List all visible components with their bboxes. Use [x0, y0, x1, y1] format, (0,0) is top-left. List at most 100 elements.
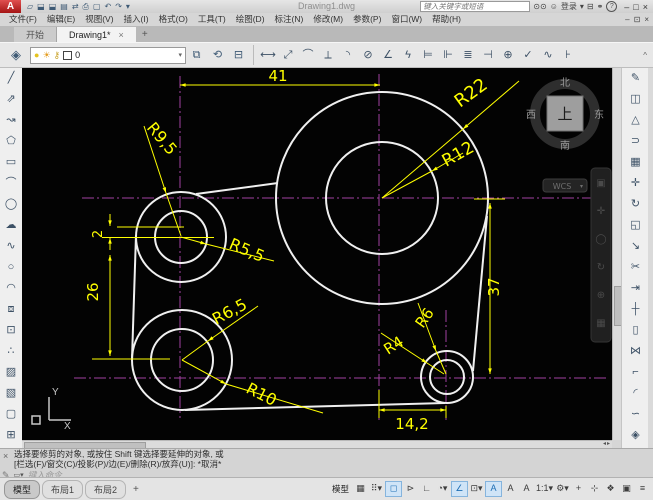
menu-view[interactable]: 视图(V): [80, 13, 118, 26]
command-close-icon[interactable]: ×: [3, 451, 8, 461]
status-customization-add[interactable]: +: [571, 481, 586, 495]
modify-tool-trim[interactable]: ✂: [624, 257, 648, 278]
layout-add-button[interactable]: +: [128, 484, 144, 495]
store-cart-icon[interactable]: ⊟: [587, 2, 594, 11]
dim-14-2[interactable]: 14,2: [395, 415, 428, 433]
dim-r6-5[interactable]: R6,5: [209, 295, 250, 329]
dropdown-icon[interactable]: ▾: [580, 2, 584, 11]
modify-tool-mirror[interactable]: △: [624, 110, 648, 131]
top-tangent-line[interactable]: [196, 183, 278, 194]
modify-tool-copy[interactable]: ◫: [624, 89, 648, 110]
status-snap-mode[interactable]: ⠿▾: [369, 481, 384, 495]
qat-icon-print[interactable]: ⎙: [81, 0, 91, 13]
draw-tool-rectangle[interactable]: ▭: [1, 152, 21, 173]
qat-icon-publish[interactable]: ▤: [58, 0, 70, 13]
status-clean-screen[interactable]: ▣: [619, 481, 634, 495]
tool-dim-linear[interactable]: ⟷: [258, 44, 278, 66]
botright-inner-circle[interactable]: [430, 360, 464, 394]
ucs-icon[interactable]: Y X: [32, 387, 71, 432]
draw-tool-table[interactable]: ⊞: [1, 425, 21, 446]
compass-south[interactable]: 南: [560, 139, 570, 152]
layer-combo-dropdown-icon[interactable]: ▾: [178, 51, 182, 59]
layout-tab-model[interactable]: 模型: [4, 480, 40, 499]
draw-tool-circle[interactable]: ◯: [1, 194, 21, 215]
draw-tool-line[interactable]: ╱: [1, 68, 21, 89]
status-graphics-performance[interactable]: ❖: [603, 481, 618, 495]
qat-icon-etransmit[interactable]: ⇄: [70, 0, 81, 13]
tab-close-icon[interactable]: ×: [119, 30, 124, 40]
search-input[interactable]: [420, 1, 530, 12]
dim-41[interactable]: 41: [268, 68, 287, 85]
compass-north[interactable]: 北: [560, 77, 570, 89]
modify-tool-stretch[interactable]: ↘: [624, 236, 648, 257]
doc-restore-button[interactable]: ⊡: [634, 15, 641, 24]
tool-dim-break[interactable]: ⊣: [478, 44, 498, 66]
command-line-area[interactable]: × 选择要修剪的对象, 或按住 Shift 键选择要延伸的对象, 或 [栏选(F…: [0, 448, 653, 477]
layer-combo[interactable]: ●☀⚷ 0 ▾: [30, 47, 186, 64]
binoculars-search-icon[interactable]: ⊙⊙: [533, 2, 546, 11]
compass-east[interactable]: 东: [594, 108, 604, 121]
user-icon[interactable]: ☺: [550, 2, 558, 11]
status-workspace[interactable]: ⚙▾: [555, 481, 570, 495]
modify-tool-rotate[interactable]: ↻: [624, 194, 648, 215]
modify-tool-array[interactable]: ▦: [624, 152, 648, 173]
drawing-canvas[interactable]: 41 R22 R12 R9,5 R5,5 2 26 R6,5 37 R6 R4 …: [22, 68, 612, 440]
draw-tool-polyline[interactable]: ↝: [1, 110, 21, 131]
wcs-dropdown-icon[interactable]: ▾: [580, 183, 583, 190]
status-annotation-monitor[interactable]: A: [519, 481, 534, 495]
draw-tool-region[interactable]: ▢: [1, 404, 21, 425]
qat-icon-open[interactable]: ▱: [25, 0, 35, 13]
modify-tool-scale[interactable]: ◱: [624, 215, 648, 236]
window-maximize-button[interactable]: □: [633, 2, 638, 12]
tool-dim-spacing[interactable]: ≣: [458, 44, 478, 66]
dim-r22[interactable]: R22: [451, 74, 492, 112]
tab-start[interactable]: 开始: [14, 27, 57, 42]
modify-tool-erase[interactable]: ✎: [624, 68, 648, 89]
layout-tab-layout2[interactable]: 布局2: [85, 480, 126, 499]
compass-west[interactable]: 西: [526, 110, 536, 121]
draw-tool-spline[interactable]: ∿: [1, 236, 21, 257]
tool-dim-center-mark[interactable]: ⊕: [498, 44, 518, 66]
status-polar-tracking[interactable]: ◔▾: [435, 481, 450, 495]
layout-tab-layout1[interactable]: 布局1: [42, 480, 83, 499]
tool-layer-properties[interactable]: ⧉: [186, 44, 207, 66]
modify-tool-offset[interactable]: ⊃: [624, 131, 648, 152]
modify-tool-blend[interactable]: ∽: [624, 404, 648, 425]
bottom-tangent-line[interactable]: [185, 403, 445, 410]
draw-tool-arc[interactable]: ⌒: [1, 173, 21, 194]
draw-tool-revcloud[interactable]: ☁: [1, 215, 21, 236]
tool-dim-radius[interactable]: ◝: [338, 44, 358, 66]
dim-r6[interactable]: R6: [412, 305, 438, 332]
status-dynamic-input[interactable]: ⊳: [403, 481, 418, 495]
qat-icon-customize[interactable]: ▾: [124, 0, 132, 13]
status-annotation-visibility[interactable]: A: [485, 481, 502, 497]
menu-dimension[interactable]: 标注(N): [270, 13, 309, 26]
menu-tools[interactable]: 工具(T): [193, 13, 231, 26]
menu-insert[interactable]: 插入(I): [119, 13, 154, 26]
status-osnap-tracking[interactable]: ∠: [451, 481, 468, 497]
status-grid[interactable]: ▦: [353, 481, 368, 495]
qat-icon-redo[interactable]: ↷: [113, 0, 124, 13]
qat-icon-save[interactable]: ⬓: [35, 0, 47, 13]
window-minimize-button[interactable]: –: [624, 2, 629, 12]
modify-tool-break[interactable]: ▯: [624, 320, 648, 341]
tool-dim-baseline[interactable]: ⊨: [418, 44, 438, 66]
horizontal-scrollbar[interactable]: ◂▸: [22, 440, 612, 448]
app-logo-button[interactable]: A: [0, 0, 21, 13]
tool-dim-arc-length[interactable]: ⌒: [298, 44, 318, 66]
draw-tool-point[interactable]: ∴: [1, 341, 21, 362]
doc-minimize-button[interactable]: –: [625, 15, 629, 24]
modify-tool-move[interactable]: ✛: [624, 173, 648, 194]
dim-2[interactable]: 2: [91, 230, 106, 238]
nav-zoom-icon[interactable]: ◯: [595, 234, 606, 245]
window-close-button[interactable]: ×: [643, 2, 648, 12]
menu-parametric[interactable]: 参数(P): [348, 13, 386, 26]
layer-layer-on-bulb[interactable]: ●: [34, 50, 39, 61]
layer-layer-unlock[interactable]: ⚷: [54, 50, 61, 61]
draw-tool-insert-block[interactable]: ⧈: [1, 299, 21, 320]
tool-layer-states[interactable]: ⊟: [228, 44, 249, 66]
navigation-bar[interactable]: ▣ ✛ ◯ ↻ ⊕ ▦: [591, 168, 611, 342]
menu-window[interactable]: 窗口(W): [386, 13, 427, 26]
modify-tool-extend[interactable]: ⇥: [624, 278, 648, 299]
tool-dim-quick[interactable]: ϟ: [398, 44, 418, 66]
